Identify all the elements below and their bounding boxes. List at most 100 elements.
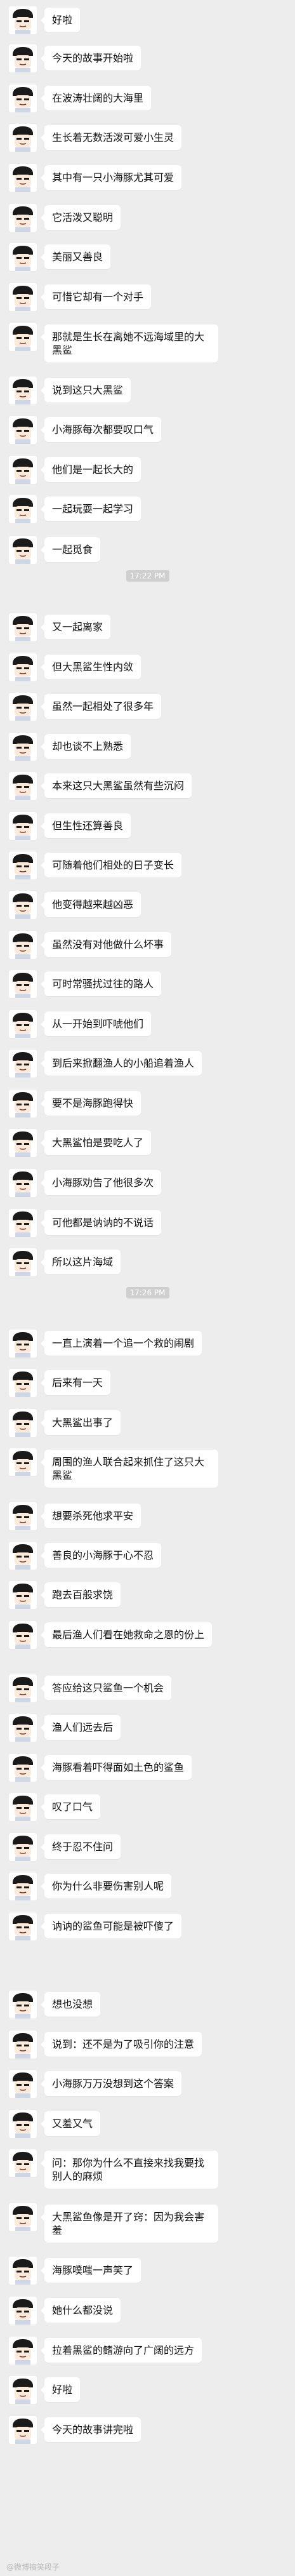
avatar[interactable]: [9, 1754, 37, 1782]
avatar[interactable]: [9, 1542, 37, 1570]
message-bubble[interactable]: 最后渔人们看在她救命之恩的份上: [40, 1622, 213, 1647]
message-bubble[interactable]: 可时常骚扰过往的路人: [40, 971, 162, 996]
avatar[interactable]: [9, 1674, 37, 1702]
message-bubble[interactable]: 你为什么非要伤害别人呢: [40, 1874, 172, 1899]
message-bubble[interactable]: 一起觅食: [40, 537, 101, 562]
message-bubble[interactable]: 生长着无数活泼可爱小生灵: [40, 125, 182, 150]
avatar[interactable]: [9, 2070, 37, 2098]
message-bubble[interactable]: 在波涛壮阔的大海里: [40, 86, 152, 110]
avatar[interactable]: [9, 653, 37, 681]
message-bubble[interactable]: 想也没想: [40, 1992, 101, 2017]
message-bubble[interactable]: 本来这只大黑鲨虽然有些沉闷: [40, 773, 192, 798]
avatar[interactable]: [9, 1502, 37, 1530]
avatar[interactable]: [9, 1248, 37, 1276]
avatar[interactable]: [9, 44, 37, 72]
avatar[interactable]: [9, 377, 37, 404]
message-bubble[interactable]: 那就是生长在离她不远海域里的大黑鲨: [41, 324, 218, 363]
avatar[interactable]: [9, 2337, 37, 2365]
avatar[interactable]: [9, 283, 37, 311]
avatar[interactable]: [9, 1621, 37, 1649]
message-bubble[interactable]: 但生性还算善良: [40, 813, 131, 838]
avatar[interactable]: [9, 1010, 37, 1038]
avatar[interactable]: [9, 613, 37, 641]
avatar[interactable]: [9, 1872, 37, 1900]
avatar[interactable]: [9, 416, 37, 444]
avatar[interactable]: [9, 1714, 37, 1742]
message-bubble[interactable]: 善良的小海豚于心不忍: [40, 1543, 162, 1568]
avatar[interactable]: [9, 6, 37, 34]
message-bubble[interactable]: 拉着黑鲨的鳍游向了广阔的远方: [40, 2338, 202, 2363]
avatar[interactable]: [9, 536, 37, 564]
message-bubble[interactable]: 其中有一只小海豚尤其可爱: [40, 165, 182, 190]
message-bubble[interactable]: 他们是一起长大的: [40, 457, 141, 482]
avatar[interactable]: [9, 204, 37, 232]
avatar[interactable]: [9, 1209, 37, 1237]
avatar[interactable]: [9, 2110, 37, 2138]
message-bubble[interactable]: 说到这只大黑鲨: [40, 378, 131, 403]
message-bubble[interactable]: 美丽又善良: [40, 244, 111, 269]
message-bubble[interactable]: 一起玩耍一起学习: [40, 497, 141, 521]
message-bubble[interactable]: 讷讷的鲨鱼可能是被吓傻了: [40, 1914, 182, 1939]
avatar[interactable]: [9, 164, 37, 192]
message-bubble[interactable]: 虽然一起相处了很多年: [40, 694, 162, 719]
avatar[interactable]: [9, 733, 37, 761]
message-bubble[interactable]: 答应给这只鲨鱼一个机会: [40, 1676, 172, 1700]
avatar[interactable]: [9, 2297, 37, 2325]
avatar[interactable]: [9, 2416, 37, 2444]
message-bubble[interactable]: 虽然没有对他做什么坏事: [40, 932, 172, 957]
avatar[interactable]: [9, 1409, 37, 1437]
avatar[interactable]: [9, 1912, 37, 1940]
message-bubble[interactable]: 到后来掀翻渔人的小船追着渔人: [40, 1051, 202, 1076]
avatar[interactable]: [9, 2031, 37, 2059]
message-bubble[interactable]: 今天的故事开始啦: [40, 46, 141, 70]
message-bubble[interactable]: 小海豚万万没想到这个答案: [40, 2071, 182, 2096]
message-bubble[interactable]: 从一开始到吓唬他们: [40, 1011, 152, 1036]
message-bubble[interactable]: 问：那你为什么不直接来找我要找别人的麻烦: [41, 2151, 218, 2189]
message-bubble[interactable]: 要不是海豚跑得快: [40, 1091, 141, 1116]
message-bubble[interactable]: 海豚噗嗤一声笑了: [40, 2258, 141, 2283]
avatar[interactable]: [9, 772, 37, 800]
avatar[interactable]: [9, 243, 37, 271]
message-bubble[interactable]: 周围的渔人联合起来抓住了这只大黑鲨: [41, 1450, 218, 1488]
message-bubble[interactable]: 他变得越来越凶恶: [40, 892, 141, 917]
message-bubble[interactable]: 叹了口气: [40, 1794, 101, 1819]
message-bubble[interactable]: 又羞又气: [40, 2111, 101, 2136]
avatar[interactable]: [9, 1448, 37, 1476]
avatar[interactable]: [9, 2203, 37, 2231]
message-bubble[interactable]: 她什么都没说: [40, 2298, 121, 2323]
message-bubble[interactable]: 好啦: [40, 2377, 81, 2402]
avatar[interactable]: [9, 812, 37, 840]
message-bubble[interactable]: 想要杀死他求平安: [40, 1504, 141, 1528]
avatar[interactable]: [9, 891, 37, 919]
avatar[interactable]: [9, 970, 37, 998]
message-bubble[interactable]: 说到：还不是为了吸引你的注意: [40, 2032, 202, 2057]
avatar[interactable]: [9, 456, 37, 484]
avatar[interactable]: [9, 2149, 37, 2177]
message-bubble[interactable]: 可他都是讷讷的不说话: [40, 1210, 162, 1235]
message-bubble[interactable]: 所以这片海域: [40, 1250, 121, 1274]
message-bubble[interactable]: 小海豚每次都要叹口气: [40, 417, 162, 442]
avatar[interactable]: [9, 323, 37, 351]
message-bubble[interactable]: 大黑鲨怕是要吃人了: [40, 1130, 152, 1155]
avatar[interactable]: [9, 1330, 37, 1358]
message-bubble[interactable]: 渔人们远去后: [40, 1715, 121, 1740]
message-bubble[interactable]: 后来有一天: [40, 1370, 111, 1395]
avatar[interactable]: [9, 124, 37, 152]
message-bubble[interactable]: 大黑鲨鱼像是开了窍：因为我会害羞: [41, 2205, 218, 2243]
message-bubble[interactable]: 小海豚劝告了他很多次: [40, 1170, 162, 1195]
avatar[interactable]: [9, 1050, 37, 1078]
avatar[interactable]: [9, 693, 37, 721]
avatar[interactable]: [9, 1169, 37, 1197]
message-bubble[interactable]: 大黑鲨出事了: [40, 1410, 121, 1435]
message-bubble[interactable]: 终于忍不住问: [40, 1834, 121, 1859]
avatar[interactable]: [9, 1129, 37, 1157]
message-bubble[interactable]: 但大黑鲨生性内敛: [40, 655, 141, 679]
avatar[interactable]: [9, 1991, 37, 2019]
message-bubble[interactable]: 一直上演着一个追一个救的闹剧: [40, 1331, 202, 1356]
message-bubble[interactable]: 又一起离家: [40, 615, 111, 639]
message-bubble[interactable]: 好啦: [40, 8, 81, 32]
avatar[interactable]: [9, 1090, 37, 1118]
avatar[interactable]: [9, 851, 37, 879]
message-bubble[interactable]: 今天的故事讲完啦: [40, 2417, 141, 2442]
avatar[interactable]: [9, 2257, 37, 2285]
